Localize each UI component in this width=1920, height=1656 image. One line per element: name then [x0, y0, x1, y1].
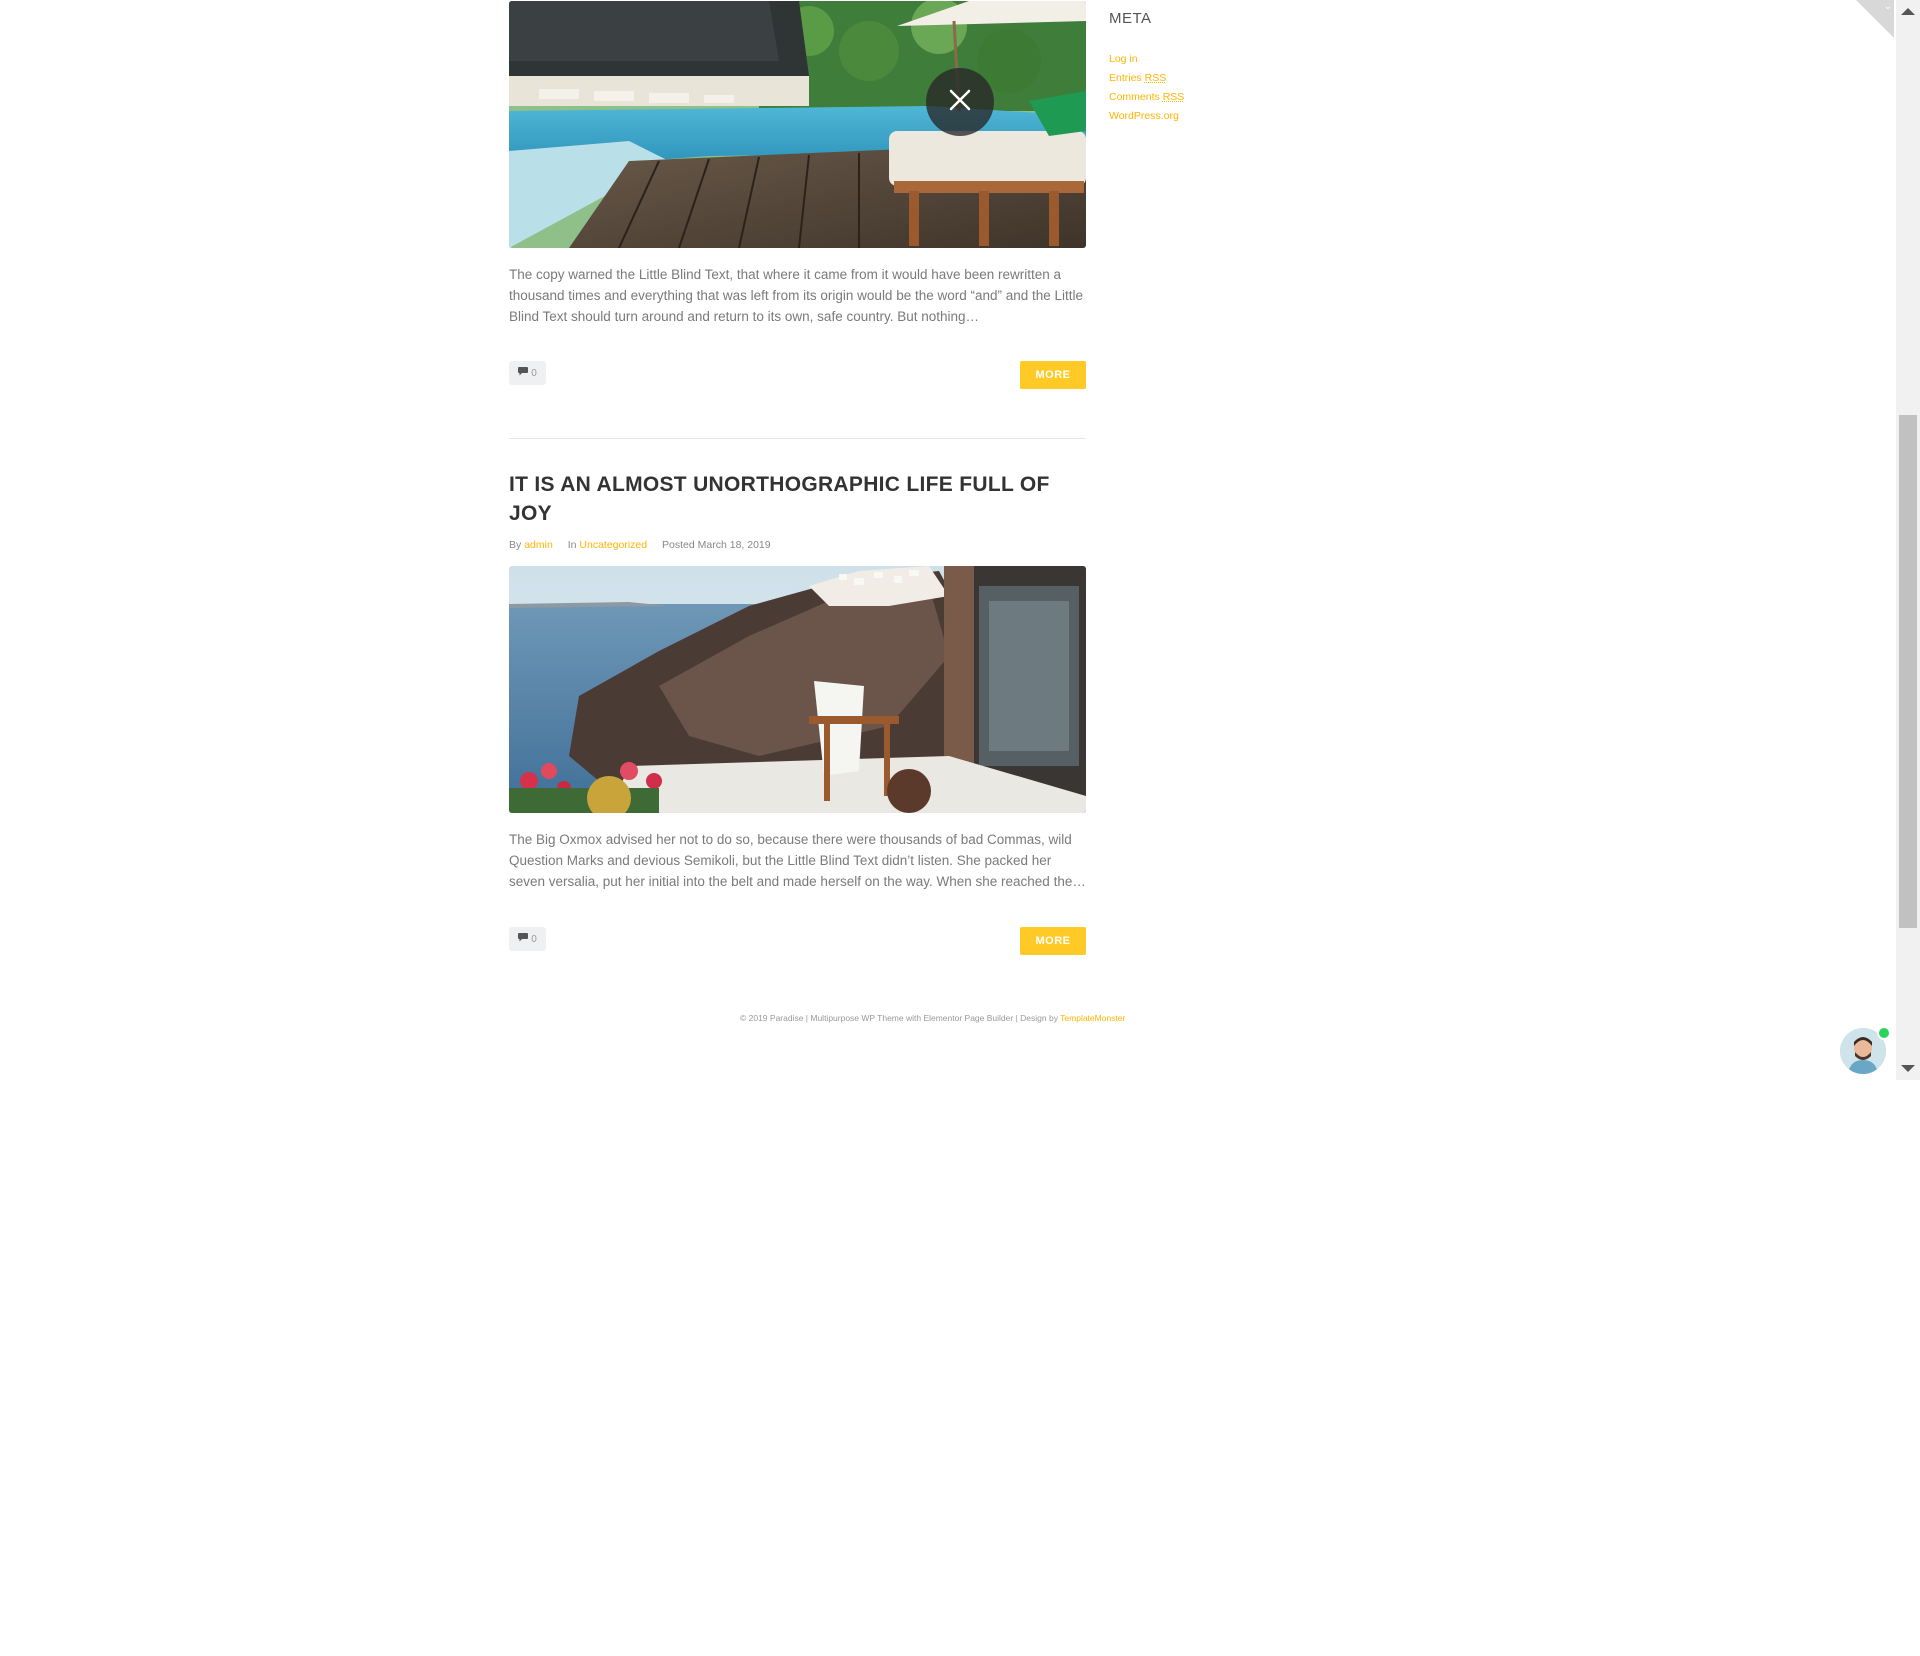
- comments-count: 0: [531, 933, 537, 945]
- meta-link-entries-rss[interactable]: Entries RSS: [1109, 69, 1184, 88]
- meta-links-list: Log in Entries RSS Comments RSS WordPres…: [1109, 50, 1184, 126]
- comment-icon: [518, 367, 529, 379]
- post-excerpt: The Big Oxmox advised her not to do so, …: [509, 832, 1086, 889]
- post-author-group: By admin: [509, 539, 556, 551]
- meta-link-wordpress-org[interactable]: WordPress.org: [1109, 107, 1184, 126]
- post-author-link[interactable]: admin: [524, 539, 553, 551]
- site-footer: © 2019 Paradise | Multipurpose WP Theme …: [740, 1013, 1125, 1023]
- footer-copyright: © 2019 Paradise | Multipurpose WP Theme …: [740, 1013, 1061, 1023]
- meta-link-label: Entries: [1109, 72, 1145, 84]
- page-scrollbar[interactable]: [1896, 0, 1920, 1080]
- post-2: IT IS AN ALMOST UNORTHOGRAPHIC LIFE FULL…: [509, 468, 1086, 968]
- footer-templatemonster-link[interactable]: TemplateMonster: [1060, 1013, 1125, 1023]
- close-icon: [949, 89, 971, 116]
- post-1: The copy warned the Little Blind Text, t…: [509, 0, 1086, 400]
- meta-link-label: Comments: [1109, 91, 1163, 103]
- meta-widget-title: META: [1109, 10, 1152, 27]
- chevron-down-icon: ⌄: [1883, 1, 1892, 12]
- meta-link-label: WordPress.org: [1109, 110, 1179, 122]
- more-button[interactable]: MORE: [1020, 361, 1086, 389]
- page-viewport: The copy warned the Little Blind Text, t…: [0, 0, 1920, 1080]
- post-title[interactable]: IT IS AN ALMOST UNORTHOGRAPHIC LIFE FULL…: [509, 470, 1086, 528]
- post-category-group: In Uncategorized: [568, 539, 650, 551]
- comment-icon: [518, 933, 529, 945]
- post-divider: [509, 438, 1086, 439]
- online-status-indicator: [1877, 1026, 1891, 1040]
- close-button[interactable]: [926, 68, 994, 136]
- scrollbar-thumb[interactable]: [1899, 415, 1917, 928]
- meta-link-comments-rss[interactable]: Comments RSS: [1109, 88, 1184, 107]
- scroll-down-icon[interactable]: [1901, 1065, 1915, 1072]
- corner-peel-toggle[interactable]: ⌄: [1856, 0, 1894, 38]
- in-label: In: [567, 539, 577, 551]
- comments-count-badge[interactable]: 0: [509, 927, 546, 951]
- post-date: Posted March 18, 2019: [662, 539, 771, 551]
- santorini-illustration: [509, 566, 1086, 813]
- comments-count-badge[interactable]: 0: [509, 361, 546, 385]
- pool-resort-image[interactable]: [509, 1, 1086, 248]
- post-category-link[interactable]: Uncategorized: [579, 539, 647, 551]
- by-label: By: [509, 539, 522, 551]
- comments-count: 0: [531, 367, 537, 379]
- santorini-image[interactable]: [509, 566, 1086, 813]
- post-meta: By admin In Uncategorized Posted March 1…: [509, 539, 783, 551]
- scroll-up-icon[interactable]: [1901, 8, 1915, 15]
- rss-abbr: RSS: [1144, 72, 1167, 84]
- meta-link-login[interactable]: Log in: [1109, 50, 1184, 69]
- pool-resort-illustration: [509, 1, 1086, 248]
- rss-abbr: RSS: [1162, 91, 1185, 103]
- meta-link-label: Log in: [1109, 53, 1138, 65]
- post-excerpt: The copy warned the Little Blind Text, t…: [509, 267, 1084, 324]
- more-button[interactable]: MORE: [1020, 927, 1086, 955]
